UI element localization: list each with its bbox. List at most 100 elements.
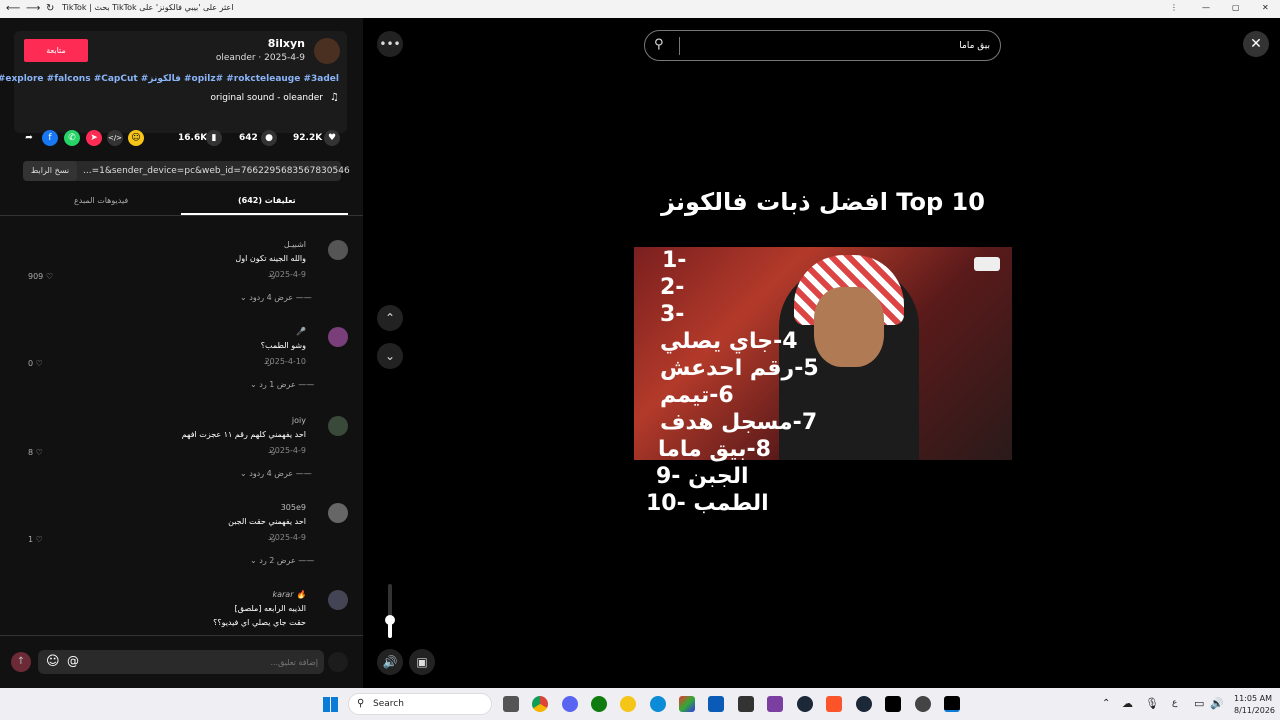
- search-icon[interactable]: ⚲: [654, 37, 664, 52]
- coin-icon[interactable]: ☺: [128, 130, 144, 146]
- sound-name[interactable]: original sound - oleander: [211, 93, 324, 103]
- miniplayer-icon[interactable]: ▣: [409, 649, 435, 675]
- view-replies-button[interactable]: ⌄ عرض 4 ردود ——: [240, 293, 312, 302]
- close-video-button[interactable]: ✕: [1243, 31, 1269, 57]
- rank-6: 6-تيمم: [660, 383, 734, 408]
- volume-slider[interactable]: [385, 584, 395, 638]
- author-username[interactable]: 8ilxyn: [268, 37, 305, 50]
- discord-icon[interactable]: [562, 696, 578, 712]
- post-comment-button[interactable]: ↑: [11, 652, 31, 672]
- reply-button[interactable]: رد: [268, 446, 275, 455]
- reply-button[interactable]: رد: [268, 270, 275, 279]
- more-options-button[interactable]: •••: [377, 31, 403, 57]
- commenter-name[interactable]: joiy: [292, 416, 306, 425]
- heart-icon[interactable]: ♥: [324, 130, 340, 146]
- forward-icon[interactable]: ⟶: [26, 3, 40, 14]
- chatgpt-icon[interactable]: [915, 696, 931, 712]
- embed-icon[interactable]: </>: [107, 130, 123, 146]
- search-bar: ⚲: [644, 30, 1001, 61]
- comment-input[interactable]: [118, 653, 318, 671]
- commenter-avatar[interactable]: [328, 240, 348, 260]
- tiktok-active-icon[interactable]: [944, 696, 960, 712]
- network-icon[interactable]: ▭: [1194, 697, 1204, 710]
- maximize-icon[interactable]: ▢: [1232, 3, 1240, 12]
- clock-time[interactable]: 11:05 AM: [1234, 694, 1272, 703]
- previous-video-button[interactable]: ⌃: [377, 305, 403, 331]
- speaker-icon[interactable]: 🔊: [1210, 697, 1224, 710]
- app-icon-yellow[interactable]: [620, 696, 636, 712]
- details-panel: متابعة 8ilxyn oleander · 2025-4-9 #fyp #…: [0, 18, 363, 688]
- cloud-icon[interactable]: ☁: [1122, 697, 1133, 710]
- back-icon[interactable]: ⟵: [6, 3, 20, 14]
- chrome-icon[interactable]: [532, 696, 548, 712]
- comment-text: [ملصق] الذيبه الرابعه: [234, 604, 306, 613]
- comment-input-divider: [0, 635, 363, 636]
- keyboard-language[interactable]: ع: [1172, 698, 1177, 708]
- comment-likes[interactable]: 0 ♡: [28, 359, 43, 368]
- commenter-avatar[interactable]: [328, 590, 348, 610]
- steam-icon[interactable]: [797, 696, 813, 712]
- comment-item: joiy احد يفهمني كلهم رقم ١١ عجزت افهم 20…: [18, 414, 348, 484]
- view-replies-button[interactable]: ⌄ عرض 2 رد ——: [250, 556, 314, 565]
- mic-icon[interactable]: 🎙: [1145, 697, 1159, 710]
- commenter-avatar[interactable]: [328, 503, 348, 523]
- tiktok-icon[interactable]: [885, 696, 901, 712]
- copy-link-button[interactable]: نسخ الرابط: [23, 161, 77, 181]
- author-avatar[interactable]: [314, 38, 340, 64]
- close-window-icon[interactable]: ✕: [1262, 3, 1269, 12]
- whatsapp-icon[interactable]: ✆: [64, 130, 80, 146]
- comment-item: karar 🔥 [ملصق] الذيبه الرابعه حقت جاي يص…: [18, 588, 348, 634]
- volume-icon[interactable]: 🔊: [377, 649, 403, 675]
- commenter-avatar[interactable]: [328, 327, 348, 347]
- reply-button[interactable]: رد: [268, 533, 275, 542]
- comment-likes[interactable]: 8 ♡: [28, 448, 43, 457]
- app-icon-multicolor[interactable]: [679, 696, 695, 712]
- brave-icon[interactable]: [826, 696, 842, 712]
- tab-creator-videos[interactable]: فيديوهات المبدع: [74, 196, 128, 205]
- menu-dots-icon[interactable]: ⋮: [1170, 3, 1178, 12]
- bookmark-icon[interactable]: ▮: [206, 130, 222, 146]
- comment-text: وشو الطمب؟: [260, 341, 306, 350]
- app-icon-purple[interactable]: [767, 696, 783, 712]
- edge-icon[interactable]: [650, 696, 666, 712]
- comment-icon[interactable]: ●: [261, 130, 277, 146]
- hashtags[interactable]: #fyp #explore #falcons #CapCut #فالكونز …: [0, 74, 339, 84]
- minimize-icon[interactable]: —: [1202, 3, 1210, 12]
- commenter-name[interactable]: 🎤: [296, 327, 306, 336]
- commenter-name[interactable]: اشبيـل: [284, 240, 306, 249]
- commenter-name[interactable]: karar 🔥: [272, 590, 306, 599]
- commenter-avatar[interactable]: [328, 416, 348, 436]
- refresh-icon[interactable]: ↻: [46, 3, 54, 14]
- facebook-icon[interactable]: f: [42, 130, 58, 146]
- xbox-icon[interactable]: [591, 696, 607, 712]
- volume-knob[interactable]: [385, 615, 395, 625]
- steam-icon-2[interactable]: [856, 696, 872, 712]
- share-link-url[interactable]: ...=1&sender_device=pc&web_id=7662295683…: [83, 166, 350, 176]
- store-icon[interactable]: [708, 696, 724, 712]
- emoji-icon[interactable]: ☺: [46, 654, 60, 669]
- view-replies-button[interactable]: ⌄ عرض 4 ردود ——: [240, 469, 312, 478]
- app-icon-gray[interactable]: [738, 696, 754, 712]
- file-explorer-icon[interactable]: [503, 696, 519, 712]
- likes-count: 92.2K: [293, 133, 323, 143]
- comment-likes[interactable]: 1 ♡: [28, 535, 43, 544]
- reply-button[interactable]: رد: [264, 357, 271, 366]
- rank-7: 7-مسجل هدف: [660, 410, 818, 435]
- telegram-icon[interactable]: ➤: [86, 130, 102, 146]
- comment-likes-count: 1: [28, 535, 34, 544]
- video-player[interactable]: ⚲ افضل ذبات فالكونز Top 10 1- 2- 3- 4-جا…: [634, 18, 1012, 688]
- next-video-button[interactable]: ⌄: [377, 343, 403, 369]
- commenter-name[interactable]: 305e9: [281, 503, 306, 512]
- windows-start-icon[interactable]: [323, 697, 338, 712]
- follow-button[interactable]: متابعة: [24, 39, 88, 62]
- share-icon[interactable]: ➦: [21, 130, 37, 146]
- comment-item: 305e9 احد يفهمني حقت الجبن 2025-4-9 رد 1…: [18, 501, 348, 571]
- mention-icon[interactable]: @: [67, 654, 79, 668]
- search-input[interactable]: [690, 37, 990, 55]
- taskbar-search[interactable]: ⚲ Search: [348, 693, 492, 715]
- tab-comments[interactable]: تعليقات (642): [238, 196, 296, 205]
- clock-date[interactable]: 8/11/2026: [1234, 706, 1275, 715]
- comment-likes[interactable]: 909 ♡: [28, 272, 53, 281]
- tray-chevron-icon[interactable]: ⌃: [1102, 698, 1110, 709]
- view-replies-button[interactable]: ⌄ عرض 1 رد ——: [250, 380, 314, 389]
